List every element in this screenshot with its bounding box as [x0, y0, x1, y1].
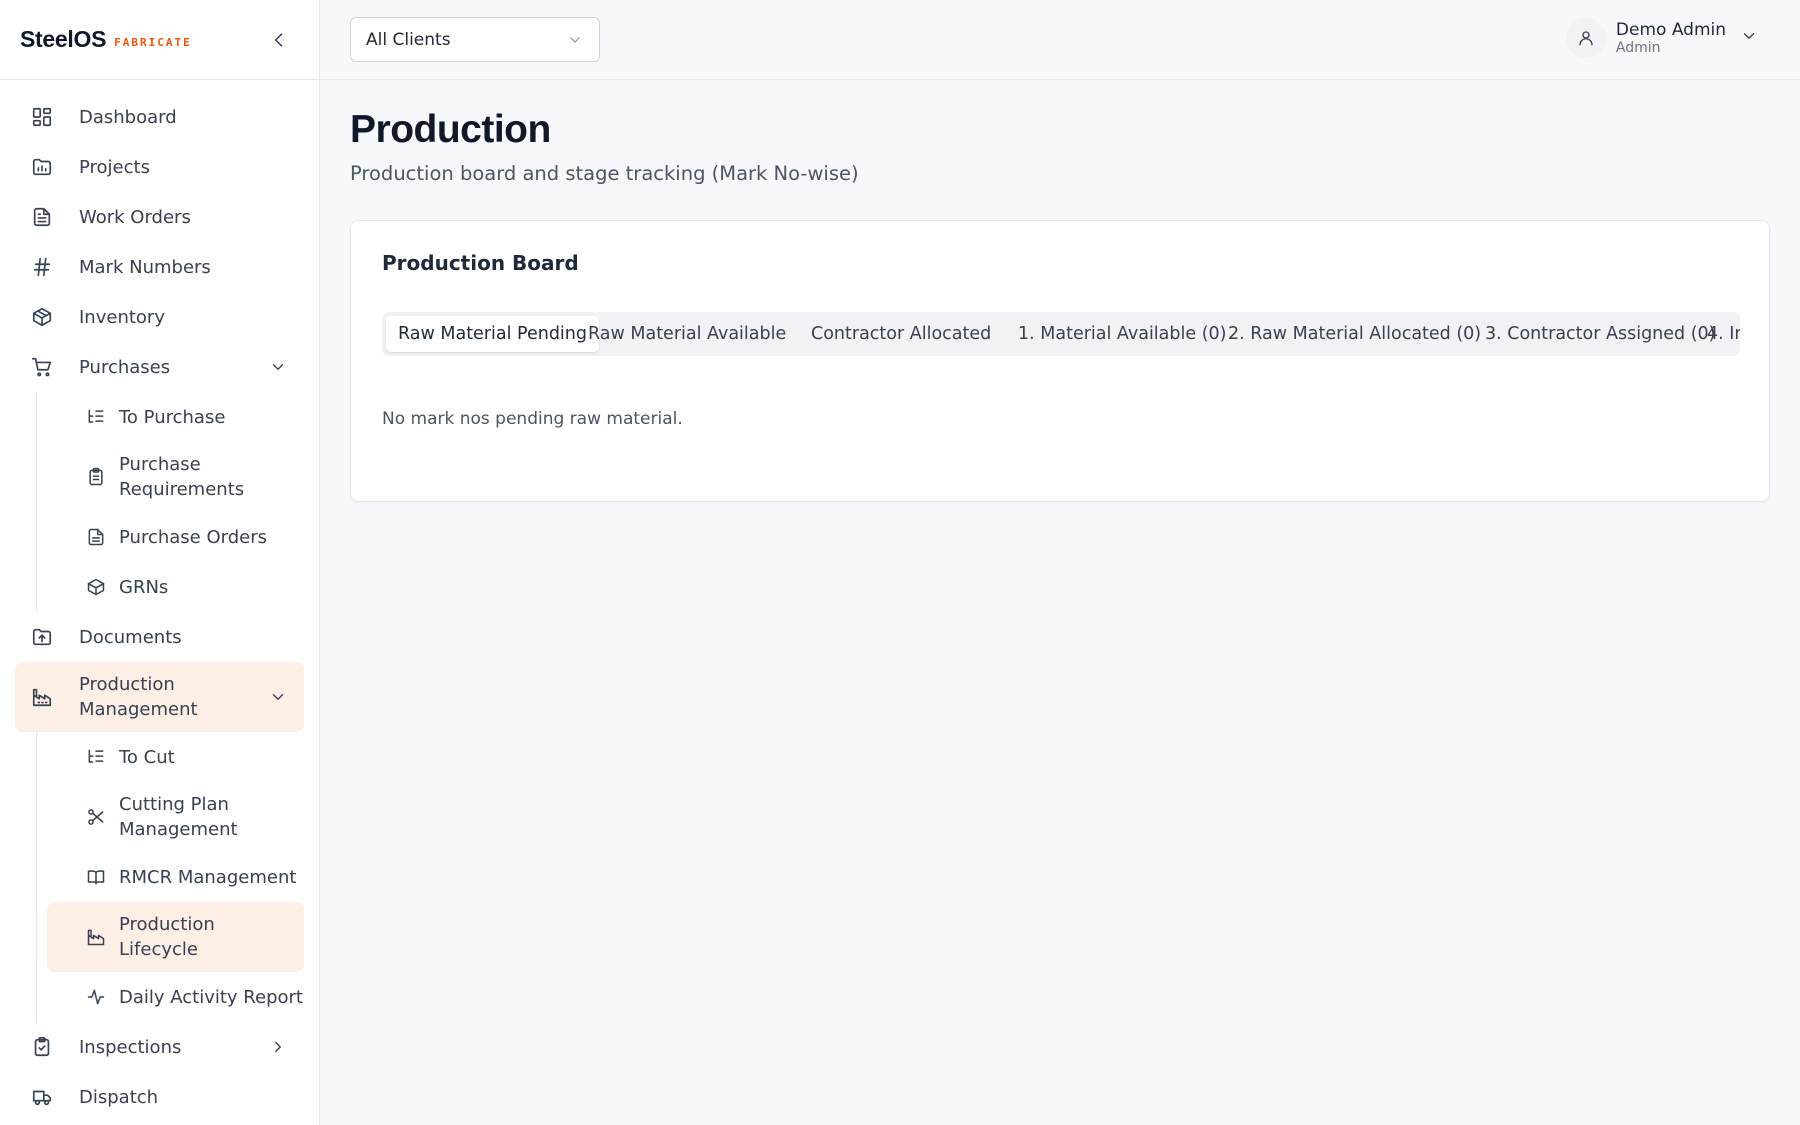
user-role: Admin: [1615, 39, 1661, 56]
user-name: Demo Admin: [1615, 19, 1726, 40]
sidebar-item-daily-activity-report[interactable]: Daily Activity Report: [47, 972, 304, 1022]
sidebar-item-label: Daily Activity Report: [119, 986, 303, 1008]
sidebar-item-label: Purchase Orders: [119, 526, 267, 548]
sidebar-item-rmcr-management[interactable]: RMCR Management: [47, 852, 304, 902]
package-icon: [30, 305, 54, 329]
user-icon: [1579, 31, 1593, 46]
sidebar-item-label: Purchase Requirements: [119, 454, 245, 500]
collapse-sidebar-button[interactable]: [267, 28, 291, 52]
sidebar-item-mark-numbers[interactable]: Mark Numbers: [15, 242, 304, 292]
dashboard-icon: [30, 105, 54, 129]
page-subtitle: Production board and stage tracking (Mar…: [350, 162, 859, 185]
page-title: Production: [350, 108, 551, 151]
sidebar: SteelOS FABRICATE Dashboard Projects Wor…: [0, 0, 320, 1125]
sidebar-item-label: To Cut: [119, 746, 175, 768]
cart-icon: [30, 355, 54, 379]
tab-contractor-assigned[interactable]: 3. Contractor Assigned (0): [1473, 316, 1728, 352]
sidebar-item-grns[interactable]: GRNs: [47, 562, 304, 612]
list-tree-icon: [85, 746, 107, 768]
sidebar-item-label: Work Orders: [79, 206, 191, 228]
package-icon: [85, 576, 107, 598]
tab-raw-material-pending[interactable]: Raw Material Pending: [386, 316, 599, 352]
tab-raw-material-available[interactable]: Raw Material Available: [576, 316, 798, 352]
topbar: All Clients Demo Admin Admin: [320, 0, 1800, 80]
sidebar-item-production-management[interactable]: Production Management: [15, 662, 304, 732]
client-select[interactable]: All Clients: [350, 17, 600, 62]
sidebar-item-label: Production Lifecycle: [119, 914, 215, 960]
chevron-down-icon: [268, 687, 288, 707]
chevron-down-icon: [567, 32, 583, 53]
chevron-down-icon: [268, 357, 288, 377]
file-text-icon: [85, 526, 107, 548]
sidebar-nav: Dashboard Projects Work Orders Mark Numb…: [0, 80, 319, 1122]
sidebar-item-to-cut[interactable]: To Cut: [47, 732, 304, 782]
production-submenu: To Cut Cutting Plan Management RMCR Mana…: [36, 732, 319, 1022]
file-text-icon: [30, 205, 54, 229]
hash-icon: [30, 255, 54, 279]
sidebar-item-work-orders[interactable]: Work Orders: [15, 192, 304, 242]
tab-contractor-allocated[interactable]: Contractor Allocated: [799, 316, 1003, 352]
purchases-submenu: To Purchase Purchase Requirements Purcha…: [36, 392, 319, 612]
sidebar-item-dashboard[interactable]: Dashboard: [15, 92, 304, 142]
activity-icon: [85, 986, 107, 1008]
sidebar-item-label: GRNs: [119, 576, 169, 598]
sidebar-item-label: Purchases: [79, 356, 171, 378]
brand-name: SteelOS: [20, 26, 107, 52]
sidebar-item-label: Production Management: [79, 674, 198, 720]
truck-icon: [30, 1085, 54, 1109]
sidebar-item-projects[interactable]: Projects: [15, 142, 304, 192]
sidebar-item-label: Inspections: [79, 1036, 182, 1058]
tab-in-progress[interactable]: 4. In Progress (0): [1695, 316, 1740, 352]
folder-chart-icon: [30, 155, 54, 179]
sidebar-item-purchase-orders[interactable]: Purchase Orders: [47, 512, 304, 562]
tab-material-available[interactable]: 1. Material Available (0): [1006, 316, 1238, 352]
empty-state-message: No mark nos pending raw material.: [382, 409, 683, 429]
brand-header: SteelOS FABRICATE: [0, 0, 319, 80]
sidebar-item-label: Dispatch: [79, 1086, 159, 1108]
sidebar-item-inspections[interactable]: Inspections: [15, 1022, 304, 1072]
chevron-right-icon: [268, 1037, 288, 1057]
chevron-down-icon: [1740, 27, 1758, 49]
book-open-icon: [85, 866, 107, 888]
card-title: Production Board: [382, 251, 579, 275]
avatar: [1565, 18, 1606, 58]
sidebar-item-label: Documents: [79, 626, 182, 648]
client-select-value: All Clients: [366, 29, 451, 50]
list-tree-icon: [85, 406, 107, 428]
sidebar-item-to-purchase[interactable]: To Purchase: [47, 392, 304, 442]
tab-raw-material-allocated[interactable]: 2. Raw Material Allocated (0): [1216, 316, 1493, 352]
sidebar-item-label: Dashboard: [79, 106, 177, 128]
sidebar-item-dispatch[interactable]: Dispatch: [15, 1072, 304, 1122]
sidebar-item-label: RMCR Management: [119, 866, 297, 888]
folder-upload-icon: [30, 625, 54, 649]
sidebar-item-label: Mark Numbers: [79, 256, 211, 278]
factory-icon: [30, 685, 54, 709]
clipboard-list-icon: [85, 466, 107, 488]
scissors-icon: [85, 806, 107, 828]
sidebar-item-inventory[interactable]: Inventory: [15, 292, 304, 342]
user-menu[interactable]: Demo Admin Admin: [1565, 18, 1758, 58]
sidebar-item-purchase-requirements[interactable]: Purchase Requirements: [47, 442, 304, 512]
sidebar-item-label: Cutting Plan Management: [119, 794, 238, 840]
brand-subtitle: FABRICATE: [114, 36, 192, 49]
clipboard-check-icon: [30, 1035, 54, 1059]
production-board-card: Production Board Raw Material Pending Ra…: [350, 220, 1770, 502]
sidebar-item-cutting-plan-management[interactable]: Cutting Plan Management: [47, 782, 304, 852]
board-tabs: Raw Material Pending Raw Material Availa…: [382, 312, 1740, 356]
chevron-left-icon: [274, 33, 283, 47]
factory-icon: [85, 926, 107, 948]
sidebar-item-documents[interactable]: Documents: [15, 612, 304, 662]
sidebar-item-label: Projects: [79, 156, 150, 178]
sidebar-item-label: Inventory: [79, 306, 165, 328]
sidebar-item-production-lifecycle[interactable]: Production Lifecycle: [47, 902, 304, 972]
sidebar-item-label: To Purchase: [119, 406, 226, 428]
sidebar-item-purchases[interactable]: Purchases: [15, 342, 304, 392]
